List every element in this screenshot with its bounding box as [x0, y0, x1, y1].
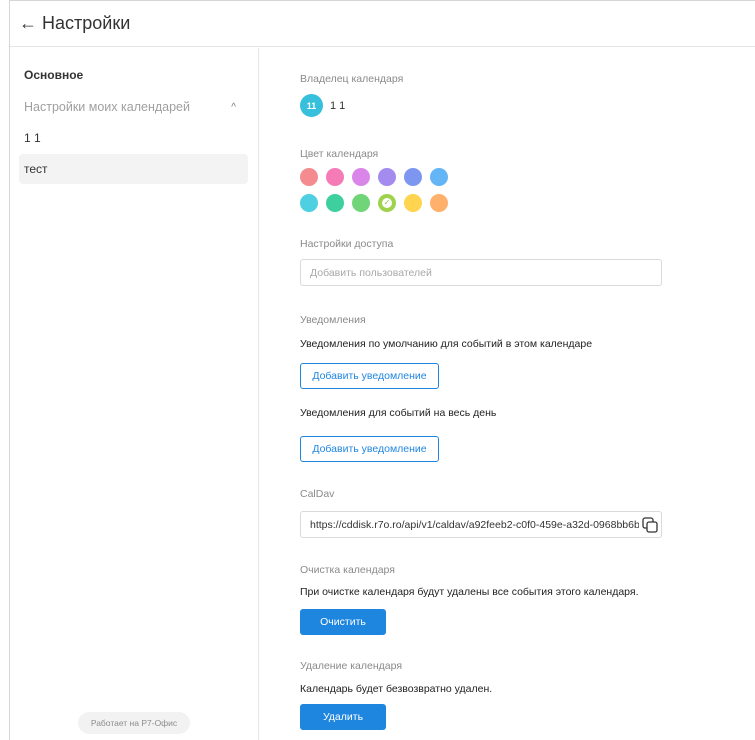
sidebar-item-calendar-test[interactable]: тест	[19, 154, 248, 184]
avatar: 11	[300, 94, 323, 117]
add-allday-notification-button[interactable]: Добавить уведомление	[300, 436, 439, 462]
powered-by-badge: Работает на Р7-Офис	[78, 712, 190, 734]
owner-label: Владелец календаря	[300, 73, 404, 85]
caldav-url-field[interactable]: https://cddisk.r7o.ro/api/v1/caldav/a92f…	[300, 511, 662, 538]
owner-row: 11 1 1	[300, 94, 345, 117]
sidebar-group-my-calendars[interactable]: Настройки моих календарей ^	[24, 100, 240, 114]
delete-calendar-label: Удаление календаря	[300, 660, 403, 672]
sidebar-group-label: Настройки моих календарей	[24, 100, 190, 114]
page-title: Настройки	[42, 12, 131, 33]
sidebar-heading-general[interactable]: Основное	[24, 68, 83, 82]
notifications-label: Уведомления	[300, 314, 366, 326]
color-swatch[interactable]	[430, 168, 448, 186]
add-users-input[interactable]	[300, 259, 662, 286]
color-swatch[interactable]	[300, 194, 318, 212]
owner-name: 1 1	[330, 99, 346, 112]
settings-window: ← Настройки Основное Настройки моих кале…	[9, 0, 755, 740]
color-swatch[interactable]	[430, 194, 448, 212]
arrow-left-icon[interactable]: ←	[19, 14, 37, 32]
clear-calendar-label: Очистка календаря	[300, 564, 395, 576]
color-swatch[interactable]	[404, 194, 422, 212]
copy-icon-glyph	[642, 516, 658, 533]
check-icon: ✓	[382, 198, 392, 208]
clear-calendar-button[interactable]: Очистить	[300, 609, 386, 635]
color-swatch[interactable]	[352, 168, 370, 186]
default-notifications-text: Уведомления по умолчанию для событий в э…	[300, 338, 593, 350]
sidebar: Основное Настройки моих календарей ^ 1 1…	[10, 48, 259, 740]
color-swatch[interactable]	[300, 168, 318, 186]
color-swatch[interactable]	[378, 168, 396, 186]
color-swatch[interactable]	[326, 194, 344, 212]
color-palette: ✓	[300, 168, 448, 212]
add-default-notification-button[interactable]: Добавить уведомление	[300, 363, 439, 389]
sidebar-item-calendar-1-1[interactable]: 1 1	[19, 123, 248, 153]
caldav-url[interactable]: https://cddisk.r7o.ro/api/v1/caldav/a92f…	[310, 519, 639, 531]
header: ← Настройки	[10, 1, 755, 47]
clear-calendar-description: При очистке календаря будут удалены все …	[300, 586, 639, 598]
calendar-settings-panel: Владелец календаря 11 1 1 Цвет календаря…	[260, 48, 755, 740]
sidebar-item-label: 1 1	[24, 131, 41, 145]
caldav-label: CalDav	[300, 488, 335, 500]
color-swatch[interactable]	[352, 194, 370, 212]
chevron-up-icon[interactable]: ^	[231, 102, 236, 113]
color-swatch[interactable]	[404, 168, 422, 186]
color-swatch[interactable]	[326, 168, 344, 186]
color-swatch[interactable]: ✓	[378, 194, 396, 212]
allday-notifications-text: Уведомления для событий на весь день	[300, 407, 497, 419]
access-settings-label: Настройки доступа	[300, 238, 394, 250]
calendar-color-label: Цвет календаря	[300, 148, 379, 160]
back-button[interactable]: ← Настройки	[19, 11, 130, 35]
sidebar-item-label: тест	[24, 162, 48, 176]
delete-calendar-button[interactable]: Удалить	[300, 704, 386, 730]
delete-calendar-description: Календарь будет безвозвратно удален.	[300, 683, 493, 695]
copy-icon[interactable]	[639, 514, 661, 536]
